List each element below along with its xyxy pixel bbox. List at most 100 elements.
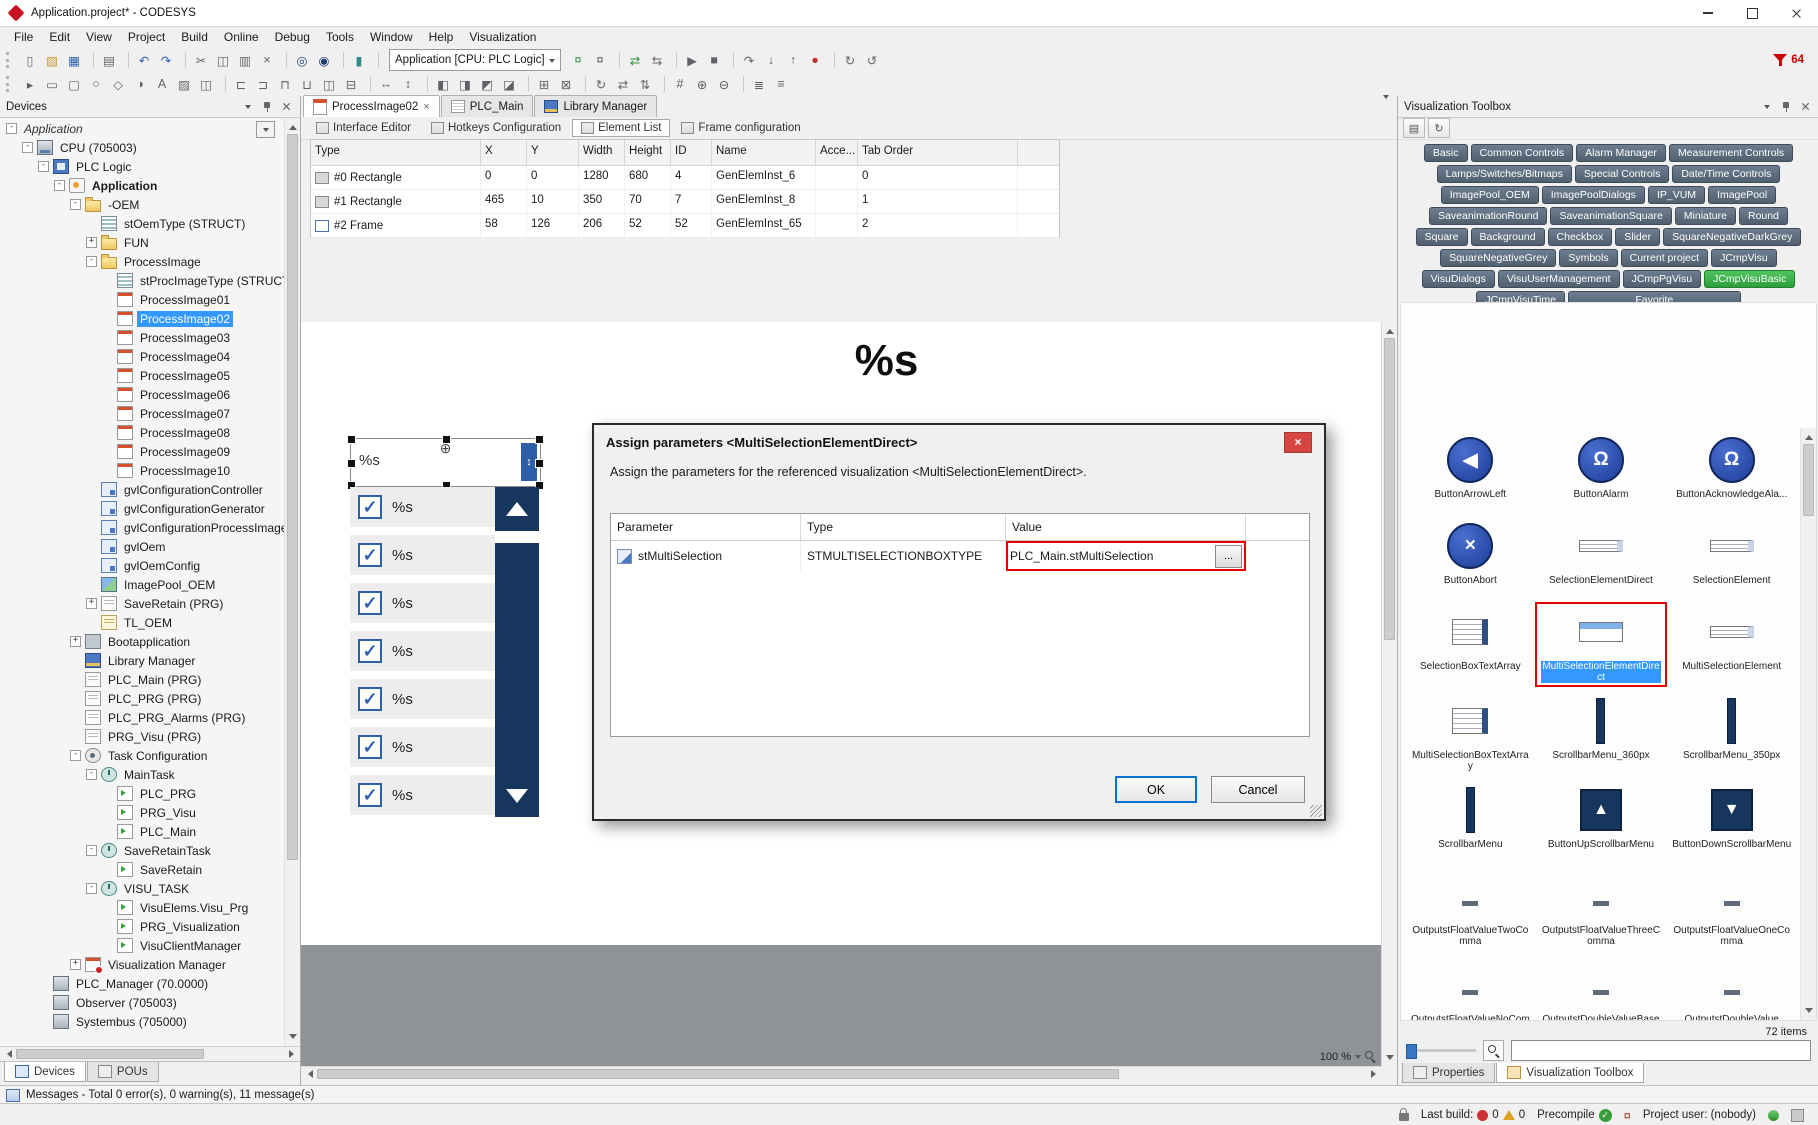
editor-subtab[interactable]: Interface Editor xyxy=(307,119,420,137)
toolbox-category-button[interactable]: JCmpPgVisu xyxy=(1623,270,1702,288)
insert-rectangle-icon[interactable]: ▭ xyxy=(42,74,62,94)
bookmark-icon[interactable]: ▮ xyxy=(349,50,369,70)
tree-item[interactable]: + Visualization Manager xyxy=(0,955,285,974)
menu-item[interactable]: Build xyxy=(173,28,216,46)
tree-item[interactable]: - VISU_TASK xyxy=(0,879,285,898)
multiselect-row[interactable]: %s xyxy=(350,535,495,575)
separator[interactable] xyxy=(612,52,620,68)
delete-icon[interactable]: × xyxy=(257,50,277,70)
tree-item[interactable]: gvlConfigurationGenerator xyxy=(0,499,285,518)
tree-item[interactable]: ProcessImage06 xyxy=(0,385,285,404)
element-row[interactable]: #0 Rectangle 0 0 1280 680 4 GenElemInst_… xyxy=(311,166,1059,190)
scroll-down-icon[interactable] xyxy=(1801,1005,1816,1020)
tree-item[interactable]: ProcessImage03 xyxy=(0,328,285,347)
toolbox-item[interactable]: ▼ ButtonDownScrollbarMenu xyxy=(1666,781,1797,861)
resize-handle[interactable] xyxy=(347,435,356,444)
align-bottom-icon[interactable]: ⊔ xyxy=(297,74,317,94)
toolbox-category-button[interactable]: Basic xyxy=(1424,144,1468,162)
tree-item[interactable]: ProcessImage08 xyxy=(0,423,285,442)
menu-item[interactable]: Tools xyxy=(318,28,362,46)
multiselect-row[interactable]: %s xyxy=(350,631,495,671)
tree-item[interactable]: - ProcessImage xyxy=(0,252,285,271)
zoom-in-icon[interactable]: ⊕ xyxy=(692,74,712,94)
cancel-button[interactable]: Cancel xyxy=(1211,776,1305,803)
compile-icon[interactable]: ¤ xyxy=(568,50,588,70)
editor-subtab[interactable]: Hotkeys Configuration xyxy=(422,119,570,137)
send-backward-icon[interactable]: ◪ xyxy=(499,74,519,94)
tree-item[interactable]: PLC_Main (PRG) xyxy=(0,670,285,689)
tree-expander[interactable]: - xyxy=(86,256,97,267)
tree-item[interactable]: PRG_Visu xyxy=(0,803,285,822)
same-height-icon[interactable]: ↕ xyxy=(398,74,418,94)
toolbox-category-button[interactable]: Round xyxy=(1739,207,1788,225)
open-project-icon[interactable]: ▨ xyxy=(42,50,62,70)
scroll-up-icon[interactable] xyxy=(1382,322,1397,337)
copy-icon[interactable]: ◫ xyxy=(213,50,233,70)
toolbox-search-input[interactable] xyxy=(1511,1040,1811,1061)
group-icon[interactable]: ⊞ xyxy=(534,74,554,94)
column-header[interactable]: Y xyxy=(527,140,579,165)
tree-item[interactable]: ProcessImage07 xyxy=(0,404,285,423)
column-header[interactable]: Width xyxy=(579,140,625,165)
menu-item[interactable]: Project xyxy=(120,28,173,46)
scrollbar-thumb[interactable] xyxy=(16,1049,204,1059)
editor-tab[interactable]: ProcessImage02 xyxy=(303,95,440,117)
minimize-button[interactable] xyxy=(1686,0,1730,26)
tree-item[interactable]: ProcessImage04 xyxy=(0,347,285,366)
resize-handle[interactable] xyxy=(535,459,544,468)
insert-pie-icon[interactable]: ◑ xyxy=(130,74,150,94)
application-scope-dropdown[interactable] xyxy=(256,121,275,138)
step-out-icon[interactable]: ↑ xyxy=(783,50,803,70)
tree-item[interactable]: gvlOem xyxy=(0,537,285,556)
tree-item[interactable]: PLC_Main xyxy=(0,822,285,841)
toolbox-category-button[interactable]: VisuDialogs xyxy=(1422,270,1495,288)
tree-expander[interactable]: - xyxy=(38,161,49,172)
toolbox-category-button[interactable]: Miniature xyxy=(1675,207,1736,225)
toolbox-category-button[interactable]: VisuUserManagement xyxy=(1498,270,1620,288)
column-header[interactable]: Tab Order xyxy=(858,140,1018,165)
slider-thumb[interactable] xyxy=(1406,1044,1417,1059)
hotkey-icon[interactable]: ≡ xyxy=(771,74,791,94)
dialog-title-bar[interactable]: Assign parameters <MultiSelectionElement… xyxy=(594,425,1324,459)
checkbox-checked-icon[interactable] xyxy=(358,735,382,759)
menu-item[interactable]: Window xyxy=(362,28,421,46)
toolbox-category-button[interactable]: JCmpVisuBasic xyxy=(1704,270,1795,288)
ungroup-icon[interactable]: ⊠ xyxy=(556,74,576,94)
tab-order-icon[interactable]: ≣ xyxy=(749,74,769,94)
checkbox-checked-icon[interactable] xyxy=(358,639,382,663)
resize-handle[interactable] xyxy=(347,459,356,468)
scroll-up-icon[interactable] xyxy=(1801,428,1816,443)
single-cycle-icon[interactable]: ↻ xyxy=(840,50,860,70)
separator[interactable] xyxy=(336,52,344,68)
insert-polygon-icon[interactable]: ◇ xyxy=(108,74,128,94)
tree-expander[interactable]: + xyxy=(70,959,81,970)
rotate-icon[interactable]: ↻ xyxy=(591,74,611,94)
multiselect-row[interactable]: %s xyxy=(350,679,495,719)
paste-icon[interactable]: ▥ xyxy=(235,50,255,70)
tree-item[interactable]: - MainTask xyxy=(0,765,285,784)
send-to-back-icon[interactable]: ◨ xyxy=(455,74,475,94)
tree-item[interactable]: ProcessImage01 xyxy=(0,290,285,309)
insert-ellipse-icon[interactable]: ○ xyxy=(86,74,106,94)
search-icon[interactable] xyxy=(1483,1040,1504,1061)
toolbox-category-button[interactable]: SaveanimationRound xyxy=(1429,207,1547,225)
menu-item[interactable]: Debug xyxy=(267,28,318,46)
resize-handle[interactable] xyxy=(535,435,544,444)
scroll-track[interactable] xyxy=(495,543,539,773)
browse-button[interactable]: ... xyxy=(1215,545,1242,568)
tree-item[interactable]: - -OEM xyxy=(0,195,285,214)
menu-item[interactable]: View xyxy=(78,28,120,46)
scrollbar-thumb[interactable] xyxy=(1384,338,1395,640)
tree-item[interactable]: stProcImageType (STRUCT) xyxy=(0,271,285,290)
toolbox-category-button[interactable]: Lamps/Switches/Bitmaps xyxy=(1437,165,1572,183)
visualization-filter-indicator[interactable]: 64 xyxy=(1773,53,1818,67)
scroll-left-icon[interactable] xyxy=(301,1067,315,1080)
separator[interactable] xyxy=(121,52,129,68)
canvas-horizontal-scrollbar[interactable] xyxy=(301,1066,1382,1081)
toolbox-category-button[interactable]: Alarm Manager xyxy=(1576,144,1666,162)
separator[interactable] xyxy=(218,76,226,92)
tree-item[interactable]: ProcessImage10 xyxy=(0,461,285,480)
tree-item[interactable]: PLC_Manager (70.0000) xyxy=(0,974,285,993)
editor-subtab[interactable]: Frame configuration xyxy=(672,119,809,137)
step-over-icon[interactable]: ↷ xyxy=(739,50,759,70)
